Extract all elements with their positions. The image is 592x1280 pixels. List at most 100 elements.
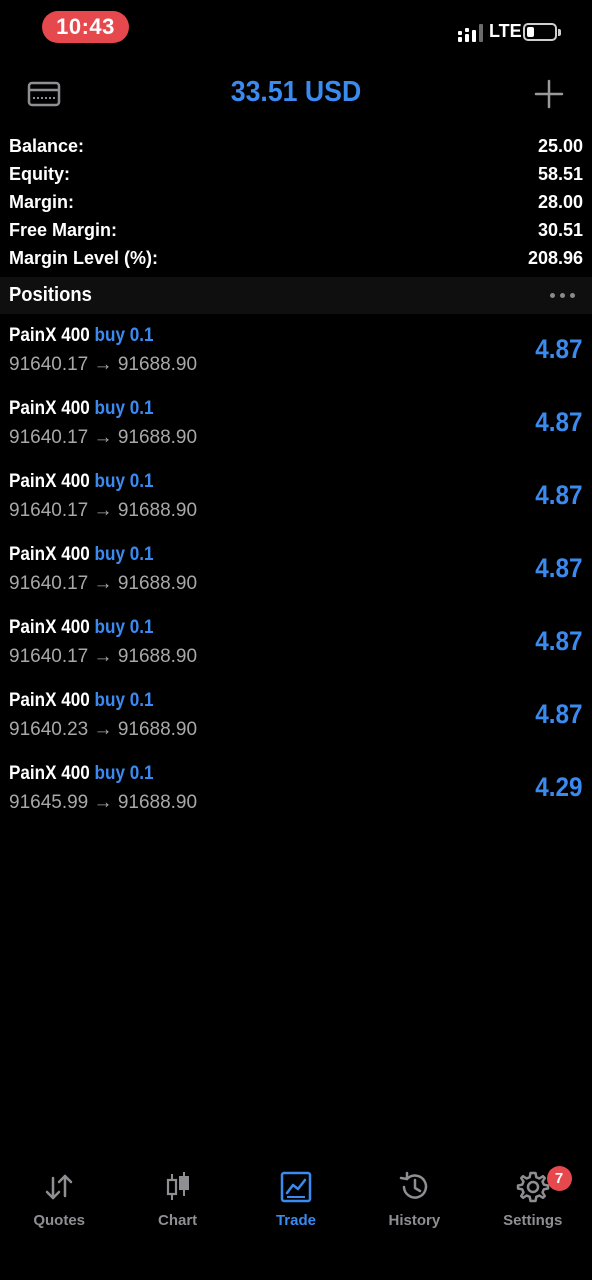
summary-label: Free Margin: (9, 219, 118, 240)
position-open-price: 91640.23 (9, 719, 89, 740)
position-prices: 91645.99 → 91688.90 (9, 792, 197, 814)
position-prices: 91640.17 → 91688.90 (9, 427, 197, 449)
tab-quotes[interactable]: Quotes (0, 1160, 118, 1240)
summary-row-free-margin: Free Margin: 30.51 (0, 216, 592, 244)
position-symbol: PainX 400 (9, 763, 90, 784)
position-row[interactable]: PainX 400 buy 0.1 91645.99 → 91688.90 4.… (0, 756, 592, 829)
position-prices: 91640.17 → 91688.90 (9, 354, 197, 376)
position-open-price: 91640.17 (9, 500, 89, 521)
summary-value: 58.51 (537, 163, 583, 184)
header: 33.51 USD (0, 66, 592, 122)
summary-value: 208.96 (527, 247, 583, 268)
position-profit: 4.87 (535, 480, 583, 510)
position-symbol: PainX 400 (9, 398, 90, 419)
position-side: buy 0.1 (94, 398, 154, 419)
position-title: PainX 400 buy 0.1 (9, 763, 153, 785)
trade-screen: 10:43 LTE 33.51 USD Balance: 25.00 Equit… (0, 0, 592, 1280)
position-title: PainX 400 buy 0.1 (9, 617, 153, 639)
tab-label: History (388, 1212, 441, 1229)
position-title: PainX 400 buy 0.1 (9, 690, 153, 712)
position-side: buy 0.1 (94, 763, 154, 784)
position-side: buy 0.1 (94, 690, 154, 711)
position-row[interactable]: PainX 400 buy 0.1 91640.17 → 91688.90 4.… (0, 537, 592, 610)
more-dots-icon[interactable] (550, 293, 583, 298)
position-side: buy 0.1 (94, 471, 154, 492)
position-prices: 91640.23 → 91688.90 (9, 719, 197, 741)
positions-list: PainX 400 buy 0.1 91640.17 → 91688.90 4.… (0, 318, 592, 829)
tab-settings[interactable]: 7 Settings (474, 1160, 592, 1240)
position-symbol: PainX 400 (9, 325, 90, 346)
position-symbol: PainX 400 (9, 690, 90, 711)
tab-label: Chart (158, 1212, 198, 1229)
position-row[interactable]: PainX 400 buy 0.1 91640.23 → 91688.90 4.… (0, 683, 592, 756)
position-side: buy 0.1 (94, 544, 154, 565)
position-title: PainX 400 buy 0.1 (9, 325, 153, 347)
position-profit: 4.87 (535, 407, 583, 437)
arrow-right-icon: → (93, 646, 113, 667)
summary-label: Margin: (9, 191, 74, 212)
signal-icon (458, 24, 483, 42)
arrow-right-icon: → (93, 573, 113, 594)
summary-label: Margin Level (%): (9, 247, 159, 268)
position-current-price: 91688.90 (117, 427, 198, 448)
position-profit: 4.87 (535, 334, 583, 364)
summary-row-margin-level: Margin Level (%): 208.96 (0, 244, 592, 272)
summary-value: 28.00 (537, 191, 583, 212)
arrow-right-icon: → (93, 427, 113, 448)
position-side: buy 0.1 (94, 325, 154, 346)
summary-label: Balance: (9, 135, 85, 156)
position-profit: 4.87 (535, 553, 583, 583)
arrow-right-icon: → (93, 792, 113, 813)
position-open-price: 91640.17 (9, 646, 89, 667)
position-current-price: 91688.90 (117, 573, 198, 594)
position-side: buy 0.1 (94, 617, 154, 638)
position-prices: 91640.17 → 91688.90 (9, 500, 197, 522)
position-row[interactable]: PainX 400 buy 0.1 91640.17 → 91688.90 4.… (0, 610, 592, 683)
summary-row-equity: Equity: 58.51 (0, 160, 592, 188)
position-profit: 4.29 (535, 772, 583, 802)
history-clock-icon (400, 1171, 428, 1199)
position-row[interactable]: PainX 400 buy 0.1 91640.17 → 91688.90 4.… (0, 464, 592, 537)
plus-icon[interactable] (534, 79, 564, 109)
position-symbol: PainX 400 (9, 471, 90, 492)
position-title: PainX 400 buy 0.1 (9, 398, 153, 420)
position-current-price: 91688.90 (117, 792, 198, 813)
position-open-price: 91645.99 (9, 792, 89, 813)
trade-chart-icon (280, 1171, 312, 1203)
positions-title: Positions (9, 284, 92, 306)
tab-chart[interactable]: Chart (118, 1160, 236, 1240)
status-bar: 10:43 LTE (0, 0, 592, 60)
position-row[interactable]: PainX 400 buy 0.1 91640.17 → 91688.90 4.… (0, 391, 592, 464)
positions-section-header: Positions (0, 277, 592, 314)
summary-label: Equity: (9, 163, 70, 184)
position-open-price: 91640.17 (9, 354, 89, 375)
position-symbol: PainX 400 (9, 544, 90, 565)
position-title: PainX 400 buy 0.1 (9, 544, 153, 566)
position-symbol: PainX 400 (9, 617, 90, 638)
position-prices: 91640.17 → 91688.90 (9, 646, 197, 668)
arrow-right-icon: → (93, 500, 113, 521)
position-current-price: 91688.90 (117, 646, 198, 667)
candlestick-chart-icon (166, 1172, 189, 1200)
summary-row-margin: Margin: 28.00 (0, 188, 592, 216)
gear-icon (516, 1171, 549, 1203)
tab-label: Quotes (33, 1212, 86, 1229)
position-current-price: 91688.90 (117, 354, 198, 375)
position-row[interactable]: PainX 400 buy 0.1 91640.17 → 91688.90 4.… (0, 318, 592, 391)
position-open-price: 91640.17 (9, 427, 89, 448)
tab-label: Settings (503, 1212, 563, 1229)
status-time: 10:43 (42, 11, 129, 43)
quotes-arrows-icon (45, 1174, 73, 1200)
tab-trade[interactable]: Trade (237, 1160, 355, 1240)
notification-badge: 7 (546, 1166, 572, 1191)
position-profit: 4.87 (535, 699, 583, 729)
position-profit: 4.87 (535, 626, 583, 656)
arrow-right-icon: → (93, 354, 113, 375)
position-open-price: 91640.17 (9, 573, 89, 594)
bottom-tab-bar: Quotes Chart Trade History 7 Settings (0, 1160, 592, 1240)
battery-icon (523, 23, 561, 41)
tab-history[interactable]: History (355, 1160, 473, 1240)
account-summary: Balance: 25.00 Equity: 58.51 Margin: 28.… (0, 132, 592, 272)
account-equity-title: 33.51 USD (230, 76, 362, 108)
network-type: LTE (489, 21, 522, 41)
